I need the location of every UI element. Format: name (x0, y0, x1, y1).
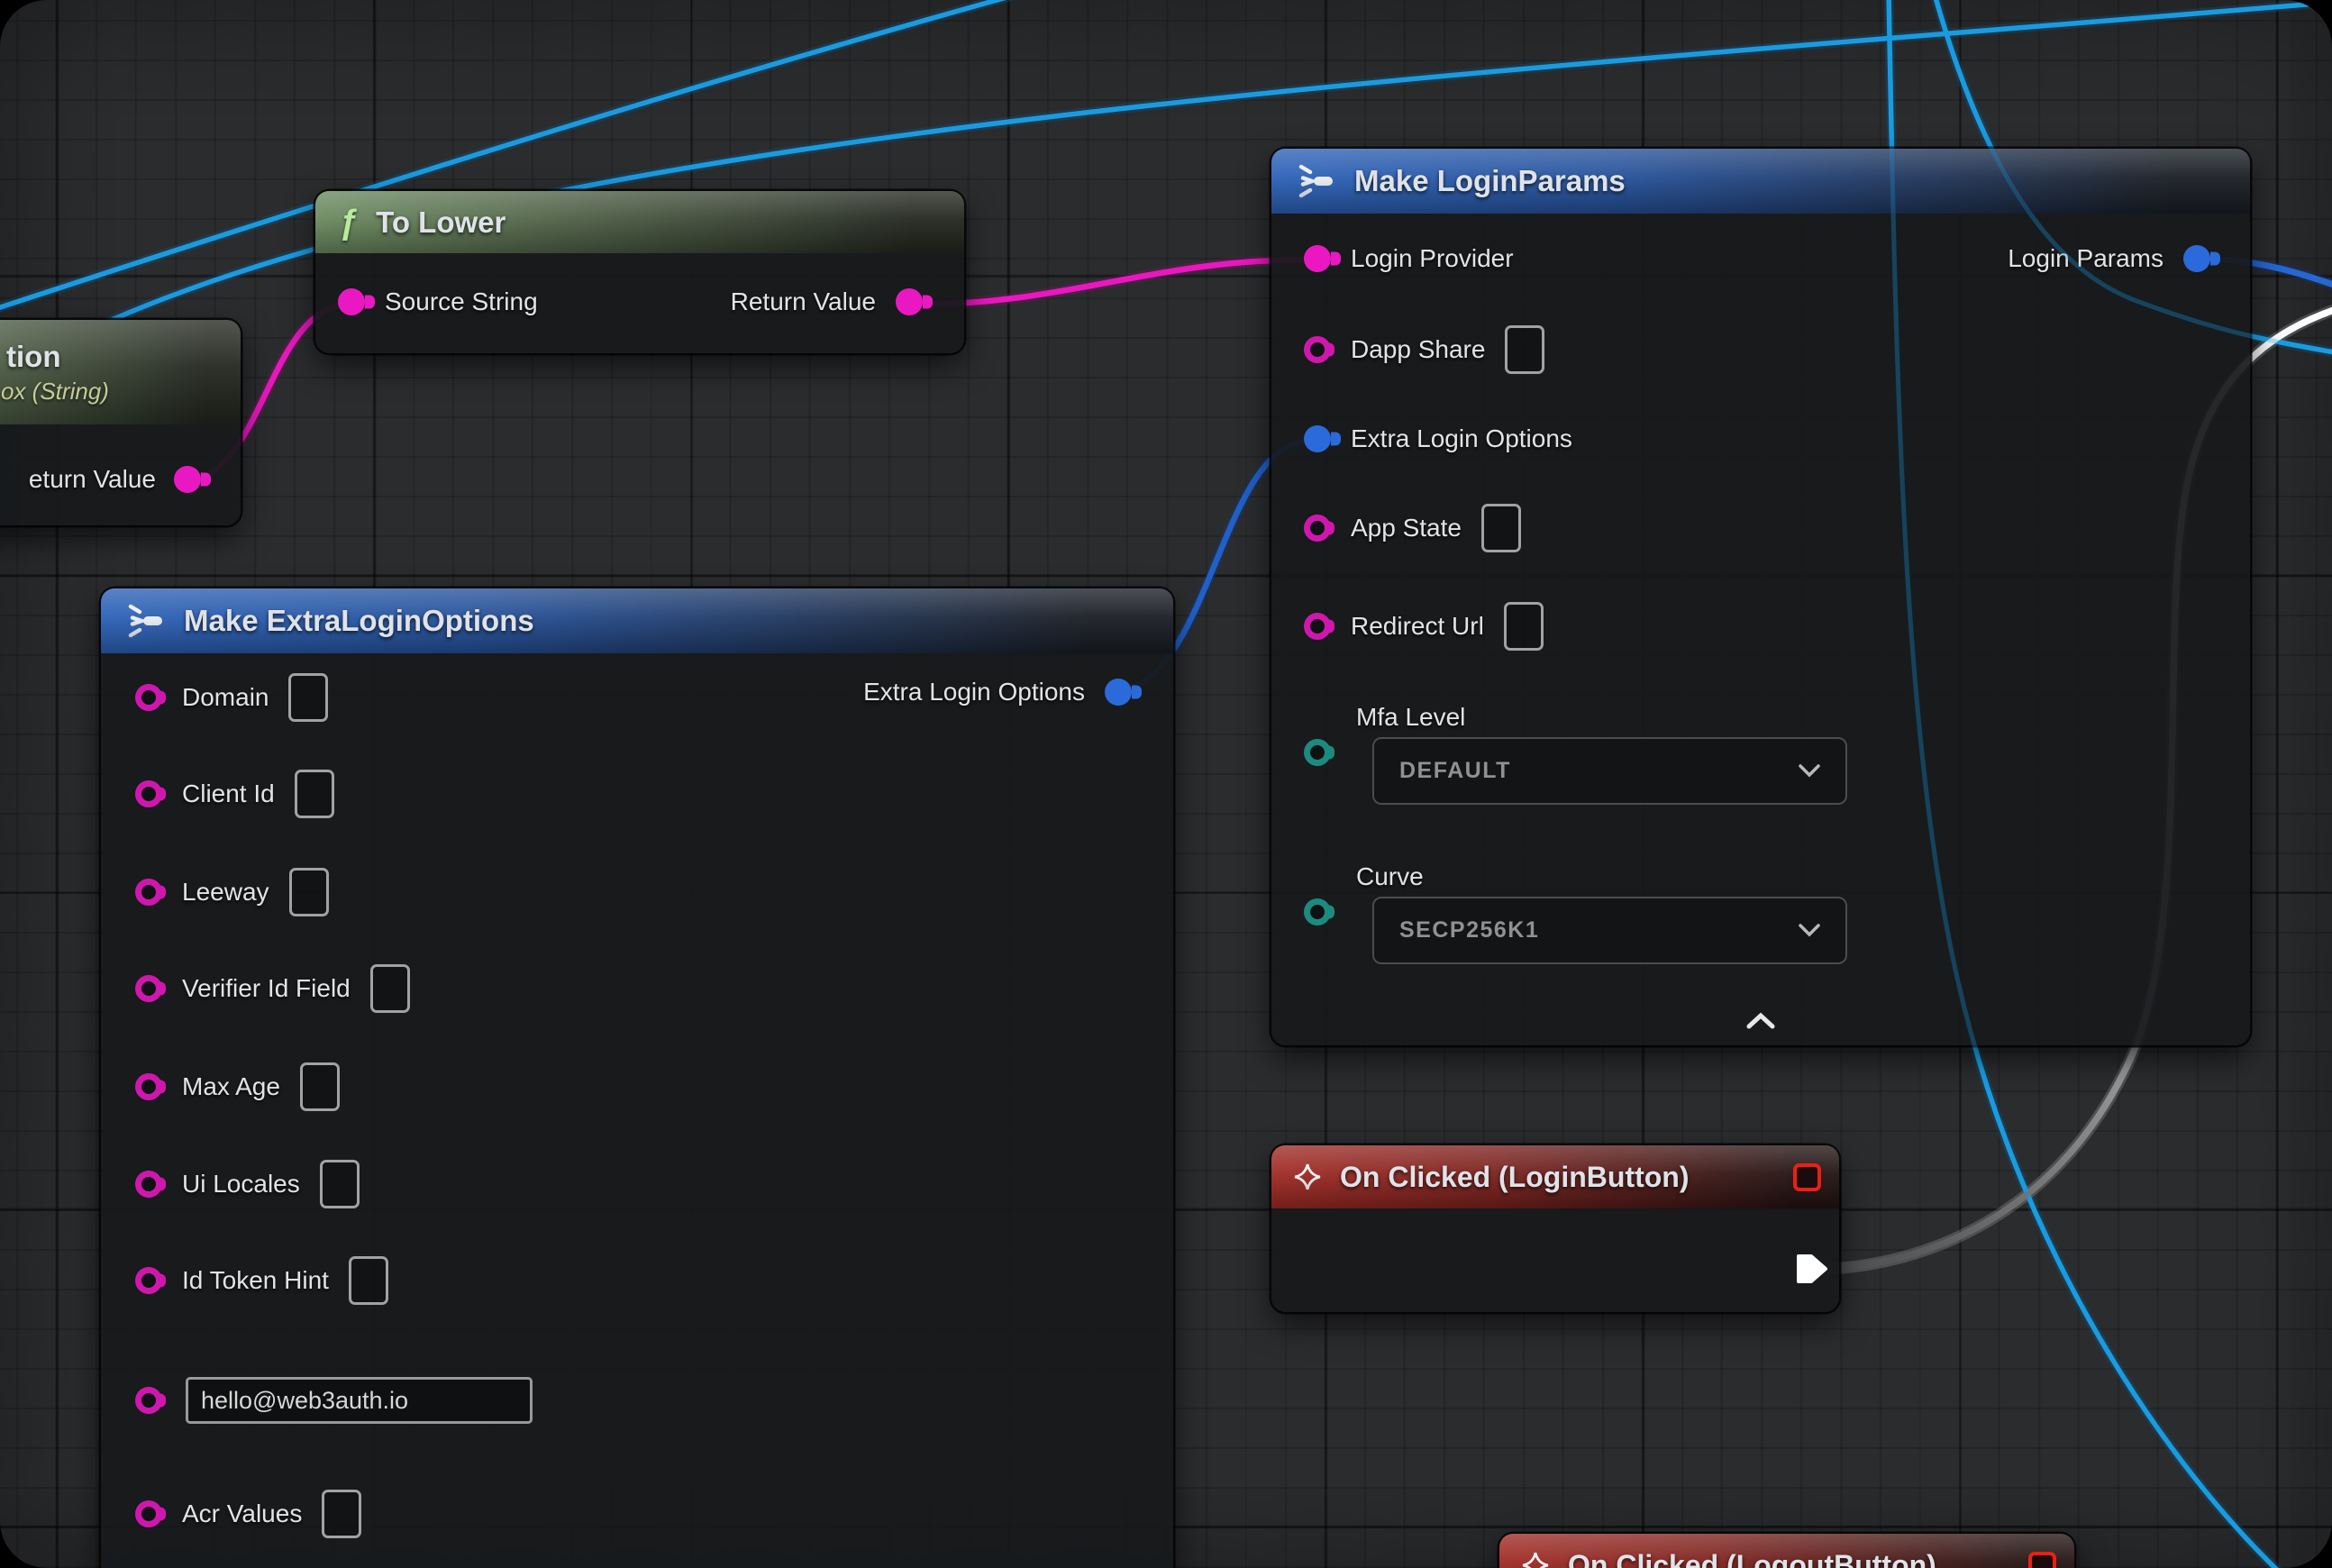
collapse-node-button[interactable] (1734, 1006, 1788, 1036)
node-function-partial[interactable]: tion ox (String) eturn Value (0, 320, 241, 525)
delegate-pin[interactable] (1793, 1163, 1821, 1191)
pin-label-max-age: Max Age (182, 1072, 280, 1101)
input-pin-source-string[interactable] (338, 288, 365, 315)
node-title: To Lower (376, 205, 506, 240)
curve-dropdown[interactable]: SECP256K1 (1372, 897, 1847, 964)
pin-label-ui-locales: Ui Locales (182, 1170, 300, 1199)
pin-label-acr-values: Acr Values (182, 1500, 302, 1528)
chevron-up-icon (1745, 1012, 1776, 1030)
blueprint-canvas[interactable]: tion ox (String) eturn Value ƒ To Lower … (0, 0, 2332, 1568)
pin-label-curve: Curve (1356, 862, 1424, 891)
pin-label-return-value: Return Value (731, 287, 876, 316)
node-title: Make LoginParams (1354, 164, 1626, 198)
pin-label-extra-login-options-out: Extra Login Options (863, 678, 1085, 707)
input-pin-mfa-level[interactable] (1304, 739, 1331, 766)
input-pin-redirect-url[interactable] (1304, 613, 1331, 640)
pin-label-mfa-level: Mfa Level (1356, 703, 1465, 732)
pin-label-leeway: Leeway (182, 878, 269, 907)
pin-label-dapp-share: Dapp Share (1351, 335, 1485, 364)
node-header[interactable]: On Clicked (LogoutButton) (1499, 1534, 2074, 1568)
acr-values-value-box[interactable] (322, 1490, 361, 1538)
node-header[interactable]: Make ExtraLoginOptions (101, 588, 1173, 653)
leeway-value-box[interactable] (289, 868, 329, 916)
chevron-down-icon (1799, 764, 1820, 778)
function-icon: ƒ (339, 205, 358, 240)
input-pin-extra-login-options[interactable] (1304, 425, 1331, 452)
node-make-login-params[interactable]: Make LoginParams Login Provider Login Pa… (1271, 149, 2250, 1045)
pin-label-domain: Domain (182, 683, 269, 712)
input-pin-ui-locales[interactable] (135, 1171, 162, 1198)
node-header[interactable]: Make LoginParams (1271, 149, 2250, 214)
output-pin-login-params[interactable] (2183, 245, 2210, 272)
pin-label-return-value: eturn Value (29, 465, 156, 494)
mfa-level-dropdown[interactable]: DEFAULT (1372, 737, 1847, 805)
node-title: On Clicked (LogoutButton) (1568, 1549, 1936, 1568)
input-pin-domain[interactable] (135, 684, 162, 711)
input-pin-acr-values[interactable] (135, 1500, 162, 1527)
input-pin-login-hint[interactable] (135, 1387, 162, 1414)
delegate-pin[interactable] (2028, 1552, 2056, 1568)
input-pin-id-token-hint[interactable] (135, 1267, 162, 1294)
chevron-down-icon (1799, 924, 1820, 937)
input-pin-leeway[interactable] (135, 879, 162, 906)
exec-output-pin[interactable] (1796, 1253, 1828, 1284)
input-pin-verifier-id-field[interactable] (135, 975, 162, 1002)
input-pin-client-id[interactable] (135, 780, 162, 807)
event-icon (1521, 1551, 1550, 1568)
verifier-id-field-value-box[interactable] (370, 964, 410, 1013)
client-id-value-box[interactable] (295, 770, 334, 818)
input-pin-dapp-share[interactable] (1304, 336, 1331, 363)
event-icon (1293, 1162, 1322, 1191)
mfa-level-value: DEFAULT (1399, 758, 1511, 784)
node-header[interactable]: On Clicked (LoginButton) (1271, 1145, 1839, 1208)
login-hint-input[interactable] (186, 1377, 533, 1424)
node-header[interactable]: ƒ To Lower (315, 191, 964, 253)
node-make-extra-login-options[interactable]: Make ExtraLoginOptions Domain Extra Logi… (101, 588, 1173, 1568)
redirect-url-value-box[interactable] (1504, 602, 1544, 651)
input-pin-app-state[interactable] (1304, 515, 1331, 542)
node-title: On Clicked (LoginButton) (1340, 1161, 1690, 1194)
wire-magenta-tolower-to-provider (912, 260, 1311, 305)
pin-label-extra-login-options: Extra Login Options (1351, 424, 1572, 453)
pin-label-client-id: Client Id (182, 779, 275, 808)
make-struct-icon (1295, 163, 1336, 199)
dapp-share-value-box[interactable] (1505, 325, 1544, 374)
pin-label-login-params: Login Params (2008, 244, 2163, 273)
pin-label-redirect-url: Redirect Url (1351, 612, 1484, 641)
pin-label-id-token-hint: Id Token Hint (182, 1266, 329, 1295)
node-on-clicked-logout-button[interactable]: On Clicked (LogoutButton) (1499, 1534, 2074, 1568)
input-pin-login-provider[interactable] (1304, 245, 1331, 272)
node-title: Make ExtraLoginOptions (184, 604, 534, 638)
node-title-fragment: tion (0, 340, 60, 374)
input-pin-max-age[interactable] (135, 1073, 162, 1100)
pin-label-verifier-id-field: Verifier Id Field (182, 974, 351, 1003)
node-on-clicked-login-button[interactable]: On Clicked (LoginButton) (1271, 1145, 1839, 1312)
node-to-lower[interactable]: ƒ To Lower Source String Return Value (315, 191, 964, 353)
output-pin-return-value[interactable] (896, 288, 923, 315)
ui-locales-value-box[interactable] (320, 1160, 360, 1208)
pin-label-login-provider: Login Provider (1351, 244, 1514, 273)
output-pin-extra-login-options[interactable] (1105, 679, 1132, 706)
make-struct-icon (124, 603, 166, 639)
app-state-value-box[interactable] (1481, 504, 1521, 552)
domain-value-box[interactable] (288, 673, 328, 722)
max-age-value-box[interactable] (300, 1062, 340, 1111)
pin-label-source-string: Source String (385, 287, 538, 316)
node-subtitle-fragment: ox (String) (0, 378, 109, 406)
id-token-hint-value-box[interactable] (349, 1256, 388, 1305)
curve-value: SECP256K1 (1399, 917, 1539, 944)
node-header[interactable]: tion ox (String) (0, 320, 241, 424)
output-pin-return-value[interactable] (174, 466, 201, 493)
pin-label-app-state: App State (1351, 514, 1462, 542)
input-pin-curve[interactable] (1304, 898, 1331, 925)
